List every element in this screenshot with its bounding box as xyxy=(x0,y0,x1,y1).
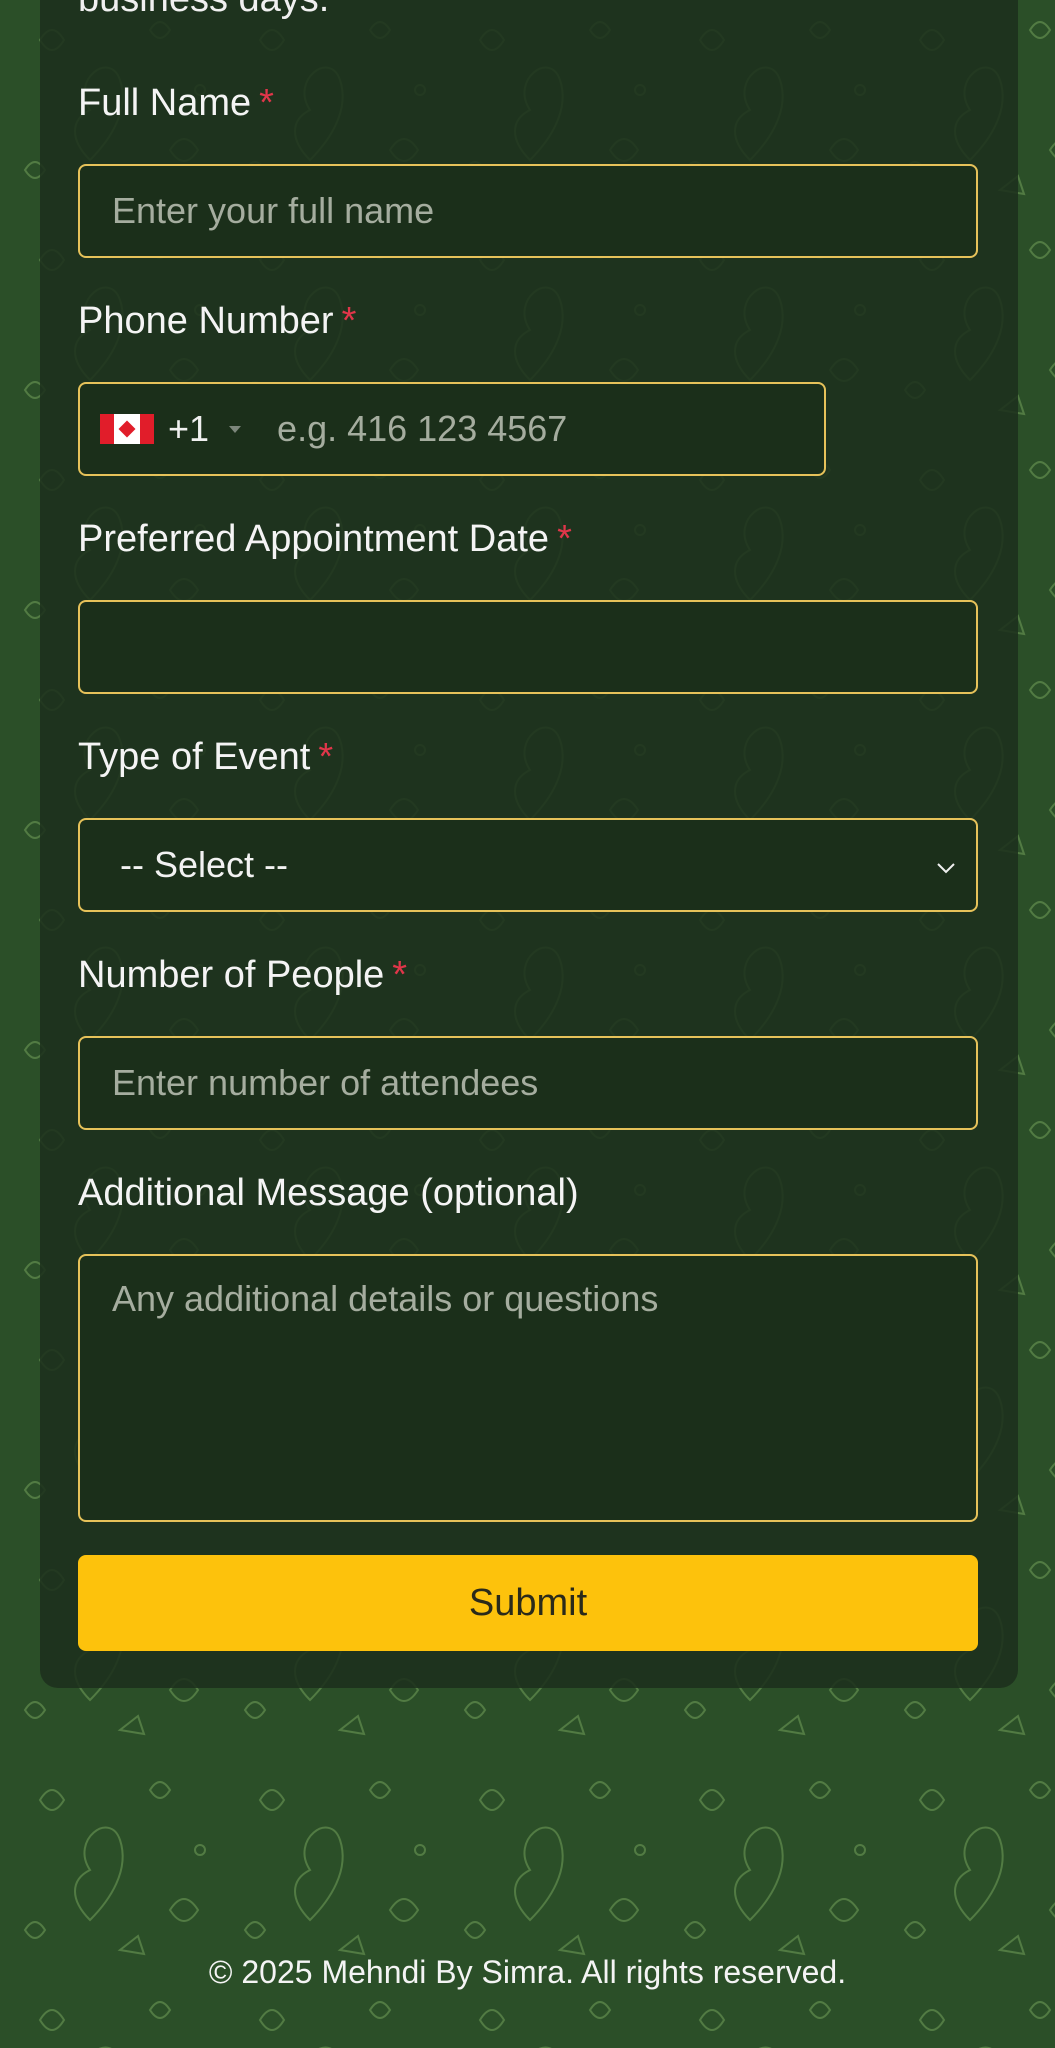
dial-code[interactable]: +1 xyxy=(168,408,209,450)
phone-field: Phone Number * +1 e.g. 416 123 4567 xyxy=(78,296,978,476)
phone-input[interactable]: +1 e.g. 416 123 4567 xyxy=(78,382,826,476)
message-field: Additional Message (optional) Any additi… xyxy=(78,1168,978,1522)
required-asterisk: * xyxy=(259,82,274,124)
chevron-down-icon xyxy=(937,863,955,874)
event-type-select[interactable]: -- Select -- xyxy=(78,818,978,912)
footer-copyright: © 2025 Mehndi By Simra. All rights reser… xyxy=(208,1954,847,1990)
required-asterisk: * xyxy=(392,954,408,996)
phone-placeholder: e.g. 416 123 4567 xyxy=(277,408,568,449)
phone-label: Phone Number * xyxy=(78,300,357,342)
full-name-label: Full Name * xyxy=(78,82,274,124)
required-asterisk: * xyxy=(341,300,357,342)
people-input[interactable]: Enter number of attendees xyxy=(78,1036,978,1130)
message-label: Additional Message (optional) xyxy=(78,1172,579,1214)
full-name-field: Full Name * Enter your full name xyxy=(78,78,978,258)
appointment-date-field: Preferred Appointment Date * xyxy=(78,514,978,694)
full-name-input[interactable]: Enter your full name xyxy=(78,164,978,258)
people-placeholder: Enter number of attendees xyxy=(112,1062,539,1103)
people-label: Number of People * xyxy=(78,954,408,996)
event-type-label: Type of Event * xyxy=(78,736,334,778)
event-type-selected: -- Select -- xyxy=(120,844,289,885)
required-asterisk: * xyxy=(557,518,572,560)
submit-button[interactable]: Submit xyxy=(78,1555,978,1651)
intro-text: business days. xyxy=(78,0,329,21)
message-placeholder: Any additional details or questions xyxy=(112,1278,659,1319)
people-field: Number of People * Enter number of attend… xyxy=(78,950,978,1130)
caret-down-icon[interactable] xyxy=(229,425,242,433)
appointment-date-label: Preferred Appointment Date * xyxy=(78,518,572,560)
message-textarea[interactable]: Any additional details or questions xyxy=(78,1254,978,1522)
appointment-date-input[interactable] xyxy=(78,600,978,694)
canada-flag-icon[interactable] xyxy=(100,414,154,444)
full-name-placeholder: Enter your full name xyxy=(112,190,435,231)
event-type-field: Type of Event * -- Select -- xyxy=(78,732,978,912)
required-asterisk: * xyxy=(318,736,334,778)
